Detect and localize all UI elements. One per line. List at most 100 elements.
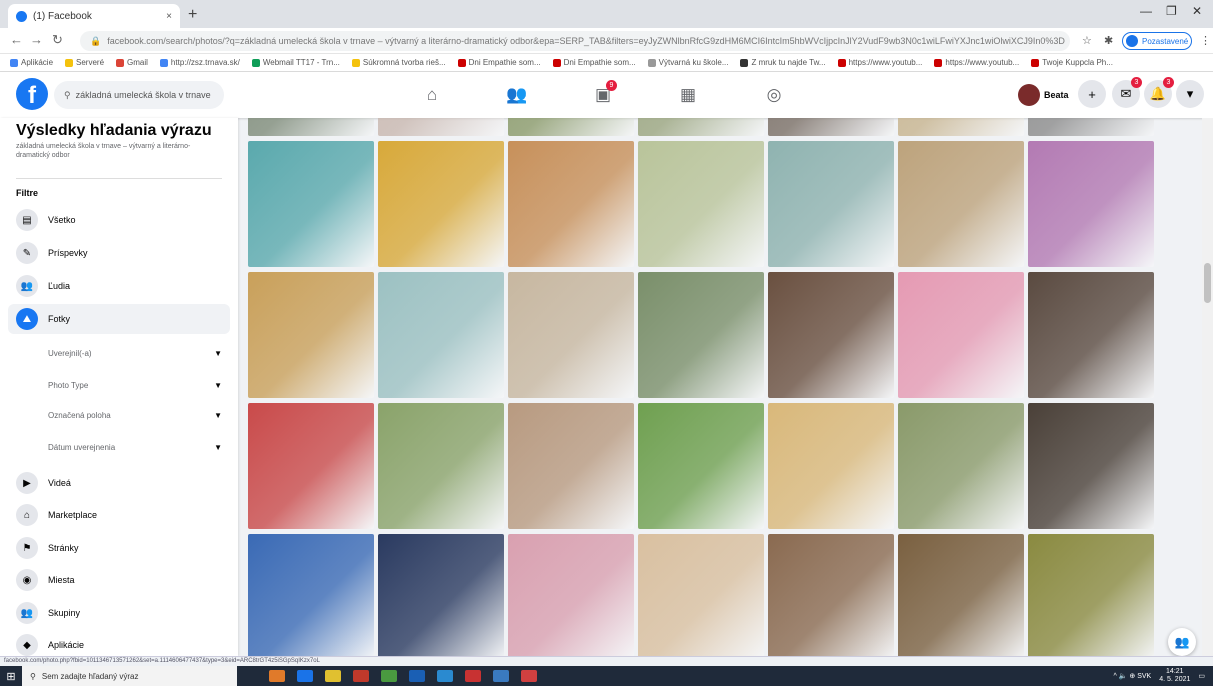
taskbar-app-icon[interactable] [437, 670, 453, 682]
sidebar-item-miesta[interactable]: ◉ Miesta [8, 565, 230, 595]
star-icon[interactable]: ☆ [1082, 34, 1092, 47]
photo-tile[interactable] [508, 534, 634, 656]
photo-tile[interactable] [248, 141, 374, 267]
sidebar-item-prispevky[interactable]: ✎ Príspevky [8, 238, 230, 268]
create-plus-icon[interactable]: + [1078, 80, 1106, 108]
forward-arrow-icon[interactable]: → [30, 32, 43, 47]
photo-tile[interactable] [898, 272, 1024, 398]
taskbar-app-icon[interactable] [325, 670, 341, 682]
sidebar-item-skupiny[interactable]: 👥 Skupiny [8, 598, 230, 628]
browser-tab[interactable]: (1) Facebook × [8, 4, 180, 28]
bookmark-item[interactable]: Dni Empathie som... [457, 58, 541, 67]
user-profile-chip[interactable]: Beata [1018, 82, 1069, 108]
taskbar-app-icon[interactable] [465, 670, 481, 682]
photo-tile[interactable] [248, 534, 374, 656]
tray-icons[interactable]: ^ 🔈 ⊕ SVK [1114, 672, 1152, 680]
photo-tile[interactable] [1028, 403, 1154, 529]
bookmark-item[interactable]: Súkromná tvorba rieš... [351, 58, 446, 67]
sidebar-item-vsetko[interactable]: ▤ Všetko [8, 205, 230, 235]
bookmark-item[interactable]: Dni Empathie som... [552, 58, 636, 67]
photo-tile[interactable] [378, 534, 504, 656]
address-bar[interactable]: 🔒 facebook.com/search/photos/?q=základná… [80, 31, 1070, 51]
photo-tile[interactable] [638, 272, 764, 398]
photo-tile[interactable] [768, 403, 894, 529]
photo-tile[interactable] [508, 272, 634, 398]
bookmark-item[interactable]: Výtvarná ku škole... [647, 58, 728, 67]
photo-tile[interactable] [768, 272, 894, 398]
filter-dropdown-posted-by[interactable]: Uverejnil(-a) ▼ [40, 341, 222, 365]
photo-tile[interactable] [1028, 534, 1154, 656]
photo-tile[interactable] [898, 534, 1024, 656]
photo-tile[interactable] [1028, 141, 1154, 267]
photo-tile[interactable] [248, 403, 374, 529]
search-input[interactable]: ⚲ základná umelecká škola v trnave [54, 81, 224, 109]
photo-tile[interactable] [768, 141, 894, 267]
account-chevron-down-icon[interactable]: ▾ [1176, 80, 1204, 108]
photo-tile[interactable] [638, 403, 764, 529]
gaming-icon[interactable]: ◎ [754, 83, 794, 107]
sidebar-item-marketplace[interactable]: ⌂ Marketplace [8, 500, 230, 530]
photo-tile[interactable] [638, 141, 764, 267]
photo-tile[interactable] [378, 141, 504, 267]
sidebar-item-ludia[interactable]: 👥 Ľudia [8, 271, 230, 301]
photo-tile[interactable] [508, 141, 634, 267]
bookmark-item[interactable]: Webmail TT17 - Trn... [251, 58, 340, 67]
maximize-button[interactable]: ❐ [1166, 4, 1177, 18]
notification-center-icon[interactable]: ▭ [1198, 672, 1205, 680]
photo-tile[interactable] [898, 118, 1024, 136]
filter-dropdown-photo-type[interactable]: Photo Type ▼ [40, 373, 222, 397]
home-icon[interactable]: ⌂ [412, 83, 452, 107]
marketplace-icon[interactable]: ▦ [668, 83, 708, 107]
bookmark-item[interactable]: https://www.youtub... [837, 58, 922, 67]
minimize-button[interactable]: — [1140, 4, 1152, 18]
photo-tile[interactable] [248, 118, 374, 136]
photo-tile[interactable] [378, 272, 504, 398]
new-message-people-icon[interactable]: 👥 [1168, 628, 1196, 656]
photo-tile[interactable] [508, 403, 634, 529]
filter-dropdown-date-posted[interactable]: Dátum uverejnenia ▼ [40, 435, 222, 459]
bookmark-item[interactable]: https://www.youtub... [934, 58, 1019, 67]
bookmark-item[interactable]: Z mruk tu najde Tw... [740, 58, 826, 67]
close-window-button[interactable]: ✕ [1192, 4, 1202, 18]
bookmark-item[interactable]: Twoje Kuppcla Ph... [1031, 58, 1113, 67]
taskbar-app-icon[interactable] [409, 670, 425, 682]
filter-dropdown-tagged-location[interactable]: Označená poloha ▼ [40, 403, 222, 427]
bookmark-item[interactable]: Aplikácie [10, 58, 53, 67]
photo-tile[interactable] [1028, 118, 1154, 136]
sidebar-item-stranky[interactable]: ⚑ Stránky [8, 533, 230, 563]
notifications-bell-icon[interactable]: 🔔 3 [1144, 77, 1174, 108]
messenger-icon[interactable]: ✉ 3 [1112, 77, 1142, 108]
photo-tile[interactable] [378, 118, 504, 136]
friends-icon[interactable]: 👥 [497, 83, 537, 107]
extension-icon[interactable]: ✱ [1104, 34, 1113, 47]
new-tab-button[interactable]: + [188, 6, 197, 24]
taskbar-search-input[interactable]: ⚲ Sem zadajte hľadaný výraz [22, 666, 237, 686]
bookmark-item[interactable]: http://zsz.trnava.sk/ [159, 58, 240, 67]
taskbar-app-icon[interactable] [353, 670, 369, 682]
sidebar-item-fotky[interactable]: ⛰ Fotky [8, 304, 230, 334]
clock[interactable]: 14:21 4. 5. 2021 [1159, 668, 1190, 684]
menu-dots-icon[interactable]: ⋮ [1200, 34, 1211, 47]
photo-tile[interactable] [768, 534, 894, 656]
photo-tile[interactable] [378, 403, 504, 529]
sidebar-item-aplikacie[interactable]: ◆ Aplikácie [8, 630, 230, 656]
photo-tile[interactable] [768, 118, 894, 136]
sidebar-item-videa[interactable]: ▶ Videá [8, 468, 230, 498]
groups-icon[interactable]: ▣ 9 [583, 80, 623, 107]
taskbar-app-icon[interactable] [521, 670, 537, 682]
photo-tile[interactable] [1028, 272, 1154, 398]
reload-icon[interactable]: ↻ [52, 32, 63, 48]
photo-tile[interactable] [898, 403, 1024, 529]
back-arrow-icon[interactable]: ← [10, 32, 23, 47]
close-icon[interactable]: × [166, 11, 172, 22]
photo-tile[interactable] [638, 534, 764, 656]
taskbar-app-icon[interactable] [493, 670, 509, 682]
photo-tile[interactable] [898, 141, 1024, 267]
bookmark-item[interactable]: Gmail [116, 58, 148, 67]
taskbar-app-icon[interactable] [269, 670, 285, 682]
windows-start-icon[interactable]: ⊞ [0, 666, 22, 686]
scrollbar-thumb[interactable] [1204, 263, 1211, 303]
bookmark-item[interactable]: Serveré [65, 58, 104, 67]
profile-button[interactable]: Pozastavené [1122, 32, 1192, 50]
scrollbar[interactable] [1202, 118, 1213, 656]
